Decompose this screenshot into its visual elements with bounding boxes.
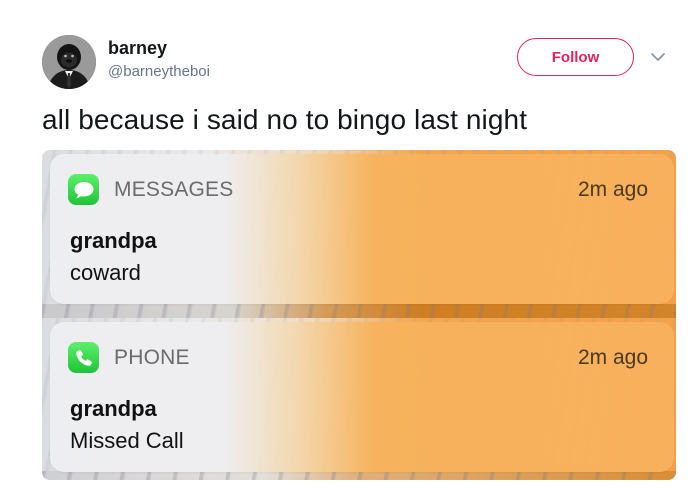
notification-sender: grandpa <box>70 396 157 421</box>
notification-phone: PHONE 2m ago grandpa Missed Call <box>50 322 674 472</box>
author-handle[interactable]: @barneytheboi <box>108 63 210 80</box>
gorilla-avatar-icon <box>42 35 96 89</box>
follow-button[interactable]: Follow <box>517 38 634 76</box>
notification-time: 2m ago <box>577 178 648 201</box>
photo-divider-strip <box>42 304 676 318</box>
phone-handset-icon <box>68 342 99 373</box>
notification-body: coward <box>70 260 141 285</box>
chevron-down-icon[interactable] <box>650 50 666 62</box>
notification-body: Missed Call <box>70 428 184 453</box>
tweet-text: all because i said no to bingo last nigh… <box>42 104 528 135</box>
avatar[interactable] <box>42 35 96 89</box>
author-display-name[interactable]: barney <box>108 38 167 59</box>
messages-bubble-icon <box>68 174 99 205</box>
tweet-photo[interactable]: MESSAGES 2m ago grandpa coward PHONE 2m … <box>42 150 676 480</box>
notification-time: 2m ago <box>577 346 648 369</box>
notification-app-name: MESSAGES <box>114 178 234 201</box>
photo-bottom-strip <box>42 471 676 480</box>
notification-messages: MESSAGES 2m ago grandpa coward <box>50 154 674 304</box>
notification-app-name: PHONE <box>114 346 190 369</box>
notification-sender: grandpa <box>70 228 157 253</box>
